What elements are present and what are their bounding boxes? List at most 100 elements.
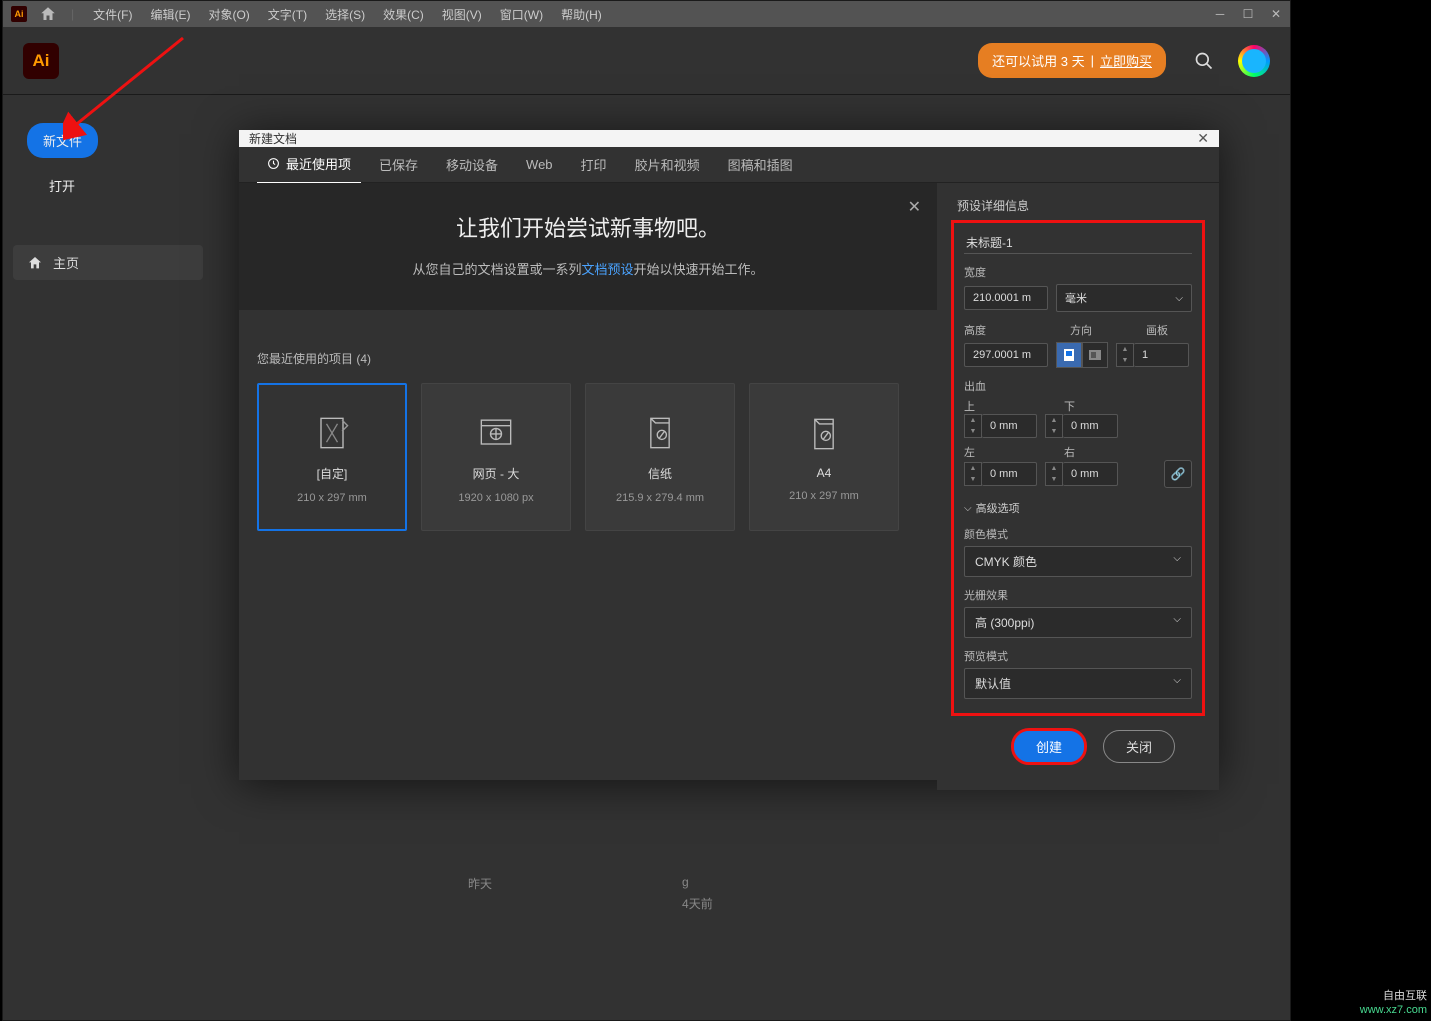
tab-film[interactable]: 胶片和视频 <box>625 146 710 183</box>
web-icon <box>474 411 518 455</box>
close-button[interactable]: ✕ <box>1262 5 1290 23</box>
card-subtitle: 215.9 x 279.4 mm <box>616 492 704 504</box>
menu-object[interactable]: 对象(O) <box>199 6 258 23</box>
dialog-titlebar[interactable]: 新建文档 ✕ <box>239 130 1219 147</box>
banner-heading: 让我们开始尝试新事物吧。 <box>269 211 907 243</box>
bleed-bottom-spinner[interactable]: ▲▼ <box>1045 414 1063 438</box>
tab-recent[interactable]: 最近使用项 <box>257 145 361 184</box>
menu-help[interactable]: 帮助(H) <box>552 6 611 23</box>
menu-view[interactable]: 视图(V) <box>433 6 491 23</box>
banner-text-pre: 从您自己的文档设置或一系列 <box>412 262 581 277</box>
orientation-label: 方向 <box>1070 322 1124 338</box>
dialog-body: ✕ 让我们开始尝试新事物吧。 从您自己的文档设置或一系列文档预设开始以快速开始工… <box>239 183 1219 790</box>
chevron-down-icon: ⌵ <box>1173 553 1181 570</box>
bleed-bottom-input[interactable] <box>1063 414 1118 438</box>
bleed-label: 出血 <box>964 378 1192 394</box>
artboard-count-input[interactable] <box>1134 343 1189 367</box>
app-icon: Ai <box>11 6 27 22</box>
link-bleed-icon[interactable]: 🔗 <box>1164 460 1192 488</box>
menu-edit[interactable]: 编辑(E) <box>141 6 199 23</box>
card-title: A4 <box>817 466 832 480</box>
preset-card-custom[interactable]: [自定] 210 x 297 mm <box>257 383 407 531</box>
watermark-line2: www.xz7.com <box>1360 1003 1427 1017</box>
advanced-toggle[interactable]: ⌵高级选项 <box>964 500 1192 516</box>
bleed-left-input[interactable] <box>982 462 1037 486</box>
dialog-tabs: 最近使用项 已保存 移动设备 Web 打印 胶片和视频 图稿和插图 <box>239 147 1219 183</box>
user-avatar[interactable] <box>1238 45 1270 77</box>
nav-home[interactable]: 主页 <box>13 245 203 280</box>
letter-icon <box>638 411 682 455</box>
home-icon[interactable] <box>33 5 71 23</box>
maximize-button[interactable]: ☐ <box>1234 5 1262 23</box>
banner-text-post: 开始以快速开始工作。 <box>634 262 764 277</box>
header-bar: Ai 还可以试用 3 天 | 立即购买 <box>3 27 1290 95</box>
raster-select[interactable]: 高 (300ppi) ⌵ <box>964 607 1192 638</box>
tab-saved[interactable]: 已保存 <box>369 146 428 183</box>
bleed-top-input[interactable] <box>982 414 1037 438</box>
orientation-portrait[interactable] <box>1056 342 1082 368</box>
menu-window[interactable]: 窗口(W) <box>491 6 552 23</box>
bg-4days: 4天前 <box>682 895 713 912</box>
bleed-left-label: 左 <box>964 444 1034 460</box>
chevron-down-icon: ⌵ <box>1173 614 1181 631</box>
create-button[interactable]: 创建 <box>1011 728 1087 765</box>
preset-card-a4[interactable]: A4 210 x 297 mm <box>749 383 899 531</box>
bleed-bottom-label: 下 <box>1064 398 1075 414</box>
bleed-left-spinner[interactable]: ▲▼ <box>964 462 982 486</box>
preview-mode-select[interactable]: 默认值⌵ <box>964 668 1192 699</box>
new-file-button[interactable]: 新文件 <box>27 123 98 158</box>
tab-print[interactable]: 打印 <box>571 146 617 183</box>
trial-separator: | <box>1091 53 1094 68</box>
menu-file[interactable]: 文件(F) <box>84 6 141 23</box>
a4-icon <box>802 412 846 456</box>
banner-presets-link[interactable]: 文档预设 <box>581 262 633 277</box>
minimize-button[interactable]: ─ <box>1206 5 1234 23</box>
unit-select[interactable]: 毫米 ⌵ <box>1056 284 1192 312</box>
width-input[interactable] <box>964 286 1048 310</box>
preset-card-letter[interactable]: 信纸 215.9 x 279.4 mm <box>585 383 735 531</box>
advanced-label: 高级选项 <box>976 500 1020 516</box>
buy-now-link[interactable]: 立即购买 <box>1100 51 1152 70</box>
bleed-right-spinner[interactable]: ▲▼ <box>1045 462 1063 486</box>
tab-art[interactable]: 图稿和插图 <box>718 146 803 183</box>
preview-value: 默认值 <box>975 675 1011 692</box>
color-mode-value: CMYK 颜色 <box>975 553 1037 570</box>
search-icon[interactable] <box>1194 51 1214 71</box>
height-input[interactable] <box>964 343 1048 367</box>
tab-mobile[interactable]: 移动设备 <box>436 146 508 183</box>
preview-mode-label: 预览模式 <box>964 648 1192 664</box>
document-name-input[interactable] <box>964 231 1192 254</box>
unit-value: 毫米 <box>1065 290 1087 306</box>
bleed-top-label: 上 <box>964 398 1034 414</box>
height-label: 高度 <box>964 322 1048 338</box>
titlebar: Ai | 文件(F) 编辑(E) 对象(O) 文字(T) 选择(S) 效果(C)… <box>3 1 1290 27</box>
raster-value: 高 (300ppi) <box>975 614 1034 631</box>
menu-effect[interactable]: 效果(C) <box>374 6 433 23</box>
close-dialog-button[interactable]: 关闭 <box>1103 730 1175 763</box>
dialog-close-icon[interactable]: ✕ <box>1197 130 1209 147</box>
chevron-down-icon: ⌵ <box>1175 293 1183 304</box>
menu-select[interactable]: 选择(S) <box>316 6 374 23</box>
tab-web[interactable]: Web <box>516 148 563 181</box>
menu-divider: | <box>71 7 74 21</box>
menu-type[interactable]: 文字(T) <box>259 6 316 23</box>
raster-label: 光栅效果 <box>964 587 1192 603</box>
color-mode-select[interactable]: CMYK 颜色 ⌵ <box>964 546 1192 577</box>
banner-close-icon[interactable]: ✕ <box>908 197 921 217</box>
width-label: 宽度 <box>964 264 1192 280</box>
background-recents: 昨天 g4天前 <box>468 875 713 912</box>
trial-banner: 还可以试用 3 天 | 立即购买 <box>978 43 1166 78</box>
artboard-spinner[interactable]: ▲▼ <box>1116 343 1134 367</box>
bg-yesterday: 昨天 <box>468 875 492 892</box>
bleed-top-spinner[interactable]: ▲▼ <box>964 414 982 438</box>
preset-cards: [自定] 210 x 297 mm 网页 - 大 1920 x 1080 px … <box>239 383 937 531</box>
open-button[interactable]: 打开 <box>33 168 91 203</box>
ai-logo: Ai <box>23 43 59 79</box>
card-title: [自定] <box>317 465 348 482</box>
presets-pane: ✕ 让我们开始尝试新事物吧。 从您自己的文档设置或一系列文档预设开始以快速开始工… <box>239 183 937 790</box>
clock-icon <box>267 157 280 170</box>
bleed-right-input[interactable] <box>1063 462 1118 486</box>
preset-card-web[interactable]: 网页 - 大 1920 x 1080 px <box>421 383 571 531</box>
watermark: 自由互联 www.xz7.com <box>1360 989 1427 1017</box>
orientation-landscape[interactable] <box>1082 342 1108 368</box>
